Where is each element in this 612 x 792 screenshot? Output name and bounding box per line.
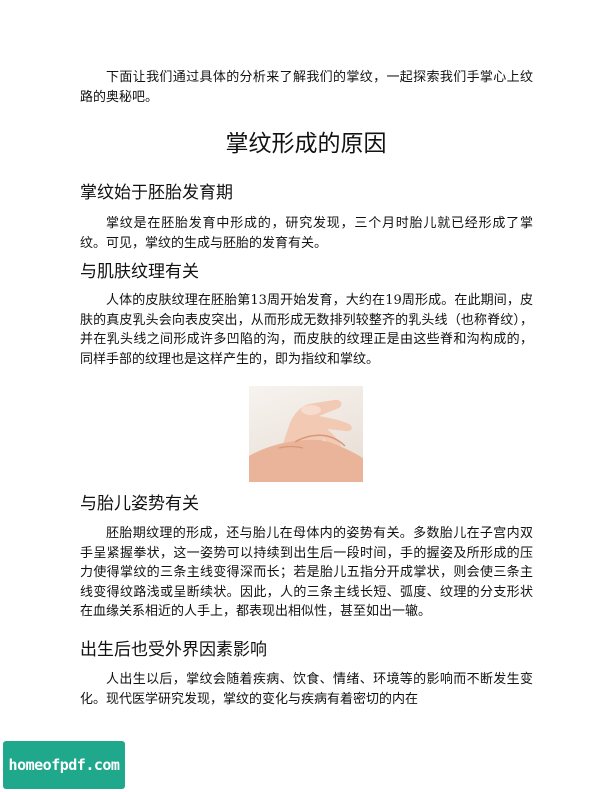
section-body-external: 人出生以后，掌纹会随着疾病、饮食、情绪、环境等的影响而不断发生变化。现代医学研究… [80,672,533,707]
section-body-posture: 胚胎期纹理的形成，还与胎儿在母体内的姿势有关。多数胎儿在子宫内双手呈紧握拳状，这… [80,526,533,619]
hands-illustration [249,399,363,482]
hands-photo [249,386,363,482]
document-page: 下面让我们通过具体的分析来了解我们的掌纹，一起探索我们手掌心上纹路的奥秘吧。 掌… [0,0,612,792]
section-heading-posture: 与胎儿姿势有关 [80,494,199,514]
intro-paragraph: 下面让我们通过具体的分析来了解我们的掌纹，一起探索我们手掌心上纹路的奥秘吧。 [80,70,533,105]
homeofpdf-watermark[interactable]: homeofpdf.com [3,741,125,789]
section-heading-external: 出生后也受外界因素影响 [80,640,267,660]
page-title: 掌纹形成的原因 [225,131,387,157]
section-heading-embryo: 掌纹始于胚胎发育期 [80,183,233,203]
section-body-embryo: 掌纹是在胚胎发育中形成的，研究发现，三个月时胎儿就已经形成了掌纹。可见，掌纹的生… [80,216,533,251]
watermark-text: homeofpdf.com [8,756,120,774]
section-heading-skin: 与肌肤纹理有关 [80,262,199,282]
section-body-skin: 人体的皮肤纹理在胚胎第13周开始发育，大约在19周形成。在此期间，皮肤的真皮乳头… [80,293,533,367]
